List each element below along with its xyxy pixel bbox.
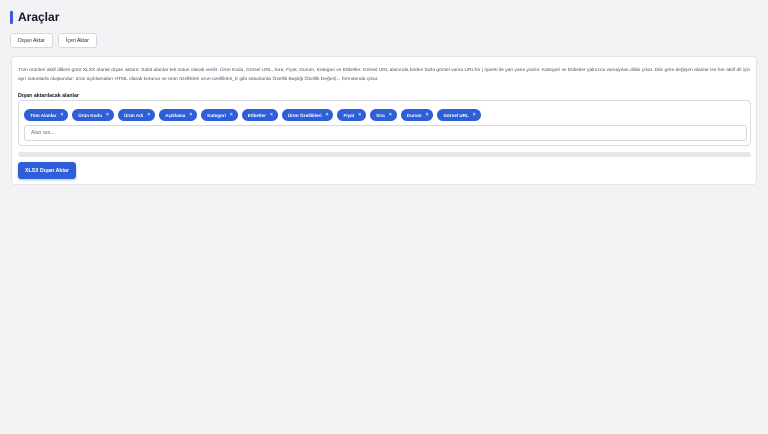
export-description: Tüm ürünleri aktif dillere göre XLSX ola… [18, 68, 751, 82]
field-chip-label: Durum [406, 112, 422, 118]
close-icon[interactable]: × [358, 112, 361, 118]
field-chip[interactable]: Fiyat × [337, 109, 367, 121]
field-chip-label: Ürün Kodu [78, 112, 103, 118]
xlsx-export-button[interactable]: XLSX Dışarı Aktar [18, 162, 76, 179]
tab-export[interactable]: Dışarı Aktar [10, 33, 53, 48]
close-icon[interactable]: × [189, 112, 192, 118]
close-icon[interactable]: × [389, 112, 392, 118]
field-chip[interactable]: Kategori × [201, 109, 238, 121]
field-chip[interactable]: Görsel URL × [437, 109, 481, 121]
field-chip-label: Görsel URL [443, 112, 469, 118]
export-panel: Tüm ürünleri aktif dillere göre XLSX ola… [11, 56, 757, 185]
title-accent-bar [10, 10, 13, 24]
field-chip-label: Tüm Alanlar [30, 112, 57, 118]
field-chip[interactable]: Durum × [400, 109, 434, 121]
field-chip-label: Ürün Özellikleri [287, 112, 322, 118]
field-chip[interactable]: Açıklama × [159, 109, 198, 121]
field-chip[interactable]: Tüm Alanlar × [24, 109, 69, 121]
field-chip-label: Açıklama [165, 112, 186, 118]
close-icon[interactable]: × [60, 112, 63, 118]
field-chip-label: Kategori [207, 112, 226, 118]
field-chip-label: Ürün Adı [123, 112, 144, 118]
field-chip[interactable]: Sıra × [370, 109, 397, 121]
fields-label: Dışarı aktarılacak alanlar [18, 93, 79, 99]
selected-fields-list: Tüm Alanlar × Ürün Kodu × Ürün Adı × Açıklama ×… [24, 109, 481, 121]
close-icon[interactable]: × [473, 112, 476, 118]
tab-import[interactable]: İçeri Aktar [58, 33, 97, 48]
field-selector: Tüm Alanlar × Ürün Kodu × Ürün Adı × Açıklama ×… [18, 100, 751, 146]
close-icon[interactable]: × [270, 112, 273, 118]
field-chip-label: Fiyat [343, 112, 355, 118]
export-progress-bar [18, 152, 751, 157]
close-icon[interactable]: × [106, 112, 109, 118]
field-chip-label: Sıra [376, 112, 385, 118]
field-chip[interactable]: Ürün Adı × [117, 109, 156, 121]
field-chip[interactable]: Etiketler × [241, 109, 278, 121]
field-chip[interactable]: Ürün Özellikleri × [281, 109, 334, 121]
tab-row: Dışarı Aktar İçeri Aktar [10, 33, 97, 48]
close-icon[interactable]: × [426, 112, 429, 118]
page-title: Araçlar [18, 10, 60, 24]
page-header: Araçlar [10, 10, 59, 24]
close-icon[interactable]: × [326, 112, 329, 118]
close-icon[interactable]: × [230, 112, 233, 118]
close-icon[interactable]: × [147, 112, 150, 118]
field-search-input[interactable] [24, 125, 747, 141]
field-chip[interactable]: Ürün Kodu × [72, 109, 114, 121]
field-chip-label: Etiketler [247, 112, 266, 118]
